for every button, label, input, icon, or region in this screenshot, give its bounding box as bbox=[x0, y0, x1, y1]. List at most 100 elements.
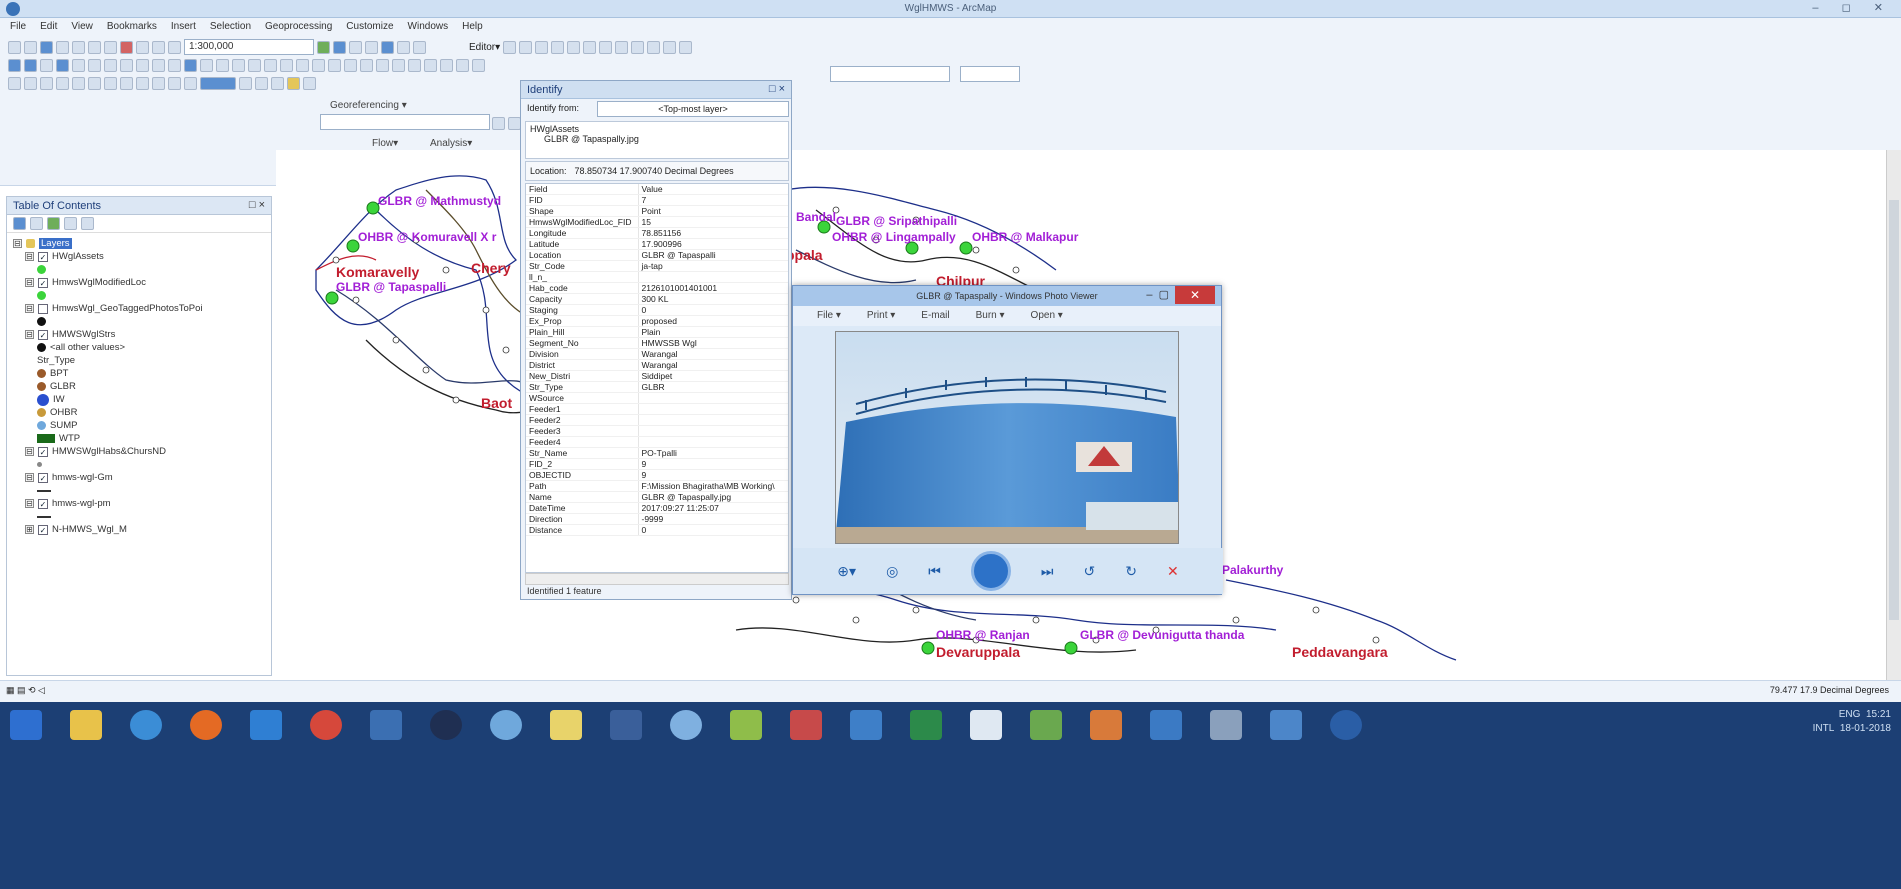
attribute-row[interactable]: Segment_No HMWSSB Wgl bbox=[526, 337, 788, 349]
add-data-icon[interactable] bbox=[168, 40, 181, 54]
expand-toggle-icon[interactable]: ⊟ bbox=[25, 278, 34, 287]
attribute-row[interactable]: FID_2 9 bbox=[526, 458, 788, 470]
language-indicator[interactable]: ENG bbox=[1839, 709, 1861, 720]
explorer-icon[interactable] bbox=[70, 710, 102, 740]
clear-selection-icon[interactable] bbox=[152, 58, 165, 72]
highlight-icon[interactable] bbox=[287, 76, 300, 90]
layer-row[interactable]: <all other values> bbox=[13, 341, 265, 354]
fixed-zoom-out-icon[interactable] bbox=[88, 58, 101, 72]
color-icon[interactable] bbox=[376, 58, 389, 72]
attribute-row[interactable]: Plain_Hill Plain bbox=[526, 326, 788, 338]
attribute-row[interactable]: Ex_Prop proposed bbox=[526, 315, 788, 327]
graph-icon[interactable] bbox=[424, 58, 437, 72]
attribute-row[interactable]: Longitude 78.851156 bbox=[526, 227, 788, 239]
python-icon[interactable] bbox=[413, 40, 426, 54]
layer-symbol-row[interactable] bbox=[13, 289, 265, 302]
attribute-row[interactable]: Staging 0 bbox=[526, 304, 788, 316]
layer-visibility-checkbox[interactable]: ✓ bbox=[38, 446, 48, 457]
select-elements-icon[interactable] bbox=[168, 58, 181, 72]
model-icon[interactable] bbox=[456, 58, 469, 72]
layer-visibility-checkbox[interactable]: ✓ bbox=[38, 329, 48, 340]
attribute-row[interactable]: HmwsWglModifiedLoc_FID 15 bbox=[526, 216, 788, 228]
expand-toggle-icon[interactable]: ⊟ bbox=[25, 499, 34, 508]
group-icon[interactable] bbox=[303, 76, 316, 90]
arcgis-icon[interactable] bbox=[370, 710, 402, 740]
attribute-row[interactable]: Location GLBR @ Tapaspalli bbox=[526, 249, 788, 261]
italic-icon[interactable] bbox=[120, 76, 133, 90]
attribute-row[interactable]: Feeder2 bbox=[526, 414, 788, 426]
html-popup-icon[interactable] bbox=[216, 58, 229, 72]
attribute-row[interactable]: WSource bbox=[526, 392, 788, 404]
delete-icon[interactable]: ✕ bbox=[1167, 563, 1179, 580]
underline-icon[interactable] bbox=[136, 76, 149, 90]
layer-symbol-row[interactable] bbox=[13, 263, 265, 276]
editor-menu[interactable]: Editor▾ bbox=[469, 42, 500, 53]
attributes-icon[interactable] bbox=[599, 40, 613, 54]
layer-row[interactable]: WTP bbox=[13, 432, 265, 445]
georeferencing-menu[interactable]: Georeferencing ▾ bbox=[330, 100, 407, 111]
analysis-menu[interactable]: Analysis▾ bbox=[430, 138, 472, 149]
attribute-horizontal-scrollbar[interactable] bbox=[525, 573, 789, 585]
excel-icon[interactable] bbox=[910, 710, 942, 740]
rotate-icon[interactable] bbox=[583, 40, 597, 54]
ie-icon[interactable] bbox=[250, 710, 282, 740]
print-icon[interactable] bbox=[56, 40, 69, 54]
menu-item[interactable]: Help bbox=[462, 21, 483, 33]
viewer-menu-item[interactable]: Burn ▾ bbox=[976, 310, 1005, 322]
fixed-zoom-in-icon[interactable] bbox=[72, 58, 85, 72]
editor-toolbar-icon[interactable] bbox=[317, 40, 330, 54]
flow-menu[interactable]: Flow▾ bbox=[372, 138, 398, 149]
map-vertical-scrollbar[interactable] bbox=[1886, 150, 1901, 680]
identify-icon[interactable] bbox=[184, 58, 197, 72]
hyperlink-icon[interactable] bbox=[200, 58, 213, 72]
expand-toggle-icon[interactable]: ⊟ bbox=[13, 239, 22, 248]
layer-row[interactable]: ⊟ ✓ hmws-wgl-pm bbox=[13, 497, 265, 510]
catalog-app-icon[interactable] bbox=[490, 710, 522, 740]
viewer-icon[interactable] bbox=[312, 58, 325, 72]
layer-visibility-checkbox[interactable]: ✓ bbox=[38, 524, 48, 535]
route-icon[interactable] bbox=[264, 58, 277, 72]
draw-poly-icon[interactable] bbox=[24, 76, 37, 90]
attribute-row[interactable]: Str_Type GLBR bbox=[526, 381, 788, 393]
attribute-row[interactable]: Division Warangal bbox=[526, 348, 788, 360]
snap-icon[interactable] bbox=[647, 40, 661, 54]
draw-curve-icon[interactable] bbox=[88, 76, 101, 90]
layer-row[interactable]: ⊟ ✓ HmwsWglModifiedLoc bbox=[13, 276, 265, 289]
menu-item[interactable]: Insert bbox=[171, 21, 196, 33]
split-icon[interactable] bbox=[567, 40, 581, 54]
attribute-row[interactable]: OBJECTID 9 bbox=[526, 469, 788, 481]
layer-symbol-row[interactable] bbox=[13, 510, 265, 523]
forward-icon[interactable] bbox=[120, 58, 133, 72]
viewer-close-button[interactable]: ✕ bbox=[1175, 286, 1215, 304]
data-view-icon[interactable] bbox=[408, 58, 421, 72]
app-icon[interactable] bbox=[670, 710, 702, 740]
edit-tool-icon[interactable] bbox=[503, 40, 517, 54]
viewer-menu-item[interactable]: E-mail bbox=[921, 310, 949, 322]
attribute-row[interactable]: Shape Point bbox=[526, 205, 788, 217]
list-by-visibility-icon[interactable] bbox=[47, 217, 60, 230]
menu-item[interactable]: Edit bbox=[40, 21, 57, 33]
attribute-row[interactable]: Direction -9999 bbox=[526, 513, 788, 525]
menu-item[interactable]: Selection bbox=[210, 21, 251, 33]
trace-icon[interactable] bbox=[663, 40, 677, 54]
viewer-minmax-controls[interactable]: – ▢ bbox=[1146, 288, 1169, 301]
arctoolbox-icon[interactable] bbox=[397, 40, 410, 54]
zoom-in-icon[interactable] bbox=[8, 58, 21, 72]
viewer-menu-item[interactable]: Print ▾ bbox=[867, 310, 895, 322]
expand-toggle-icon[interactable]: ⊟ bbox=[25, 473, 34, 482]
layout-view-buttons[interactable]: ▦ ▤ ⟲ ◁ bbox=[6, 685, 45, 696]
identify-from-select[interactable]: <Top-most layer> bbox=[597, 101, 789, 117]
expand-toggle-icon[interactable]: ⊟ bbox=[25, 252, 34, 261]
line-color-icon[interactable] bbox=[184, 76, 197, 90]
open-icon[interactable] bbox=[24, 40, 37, 54]
skype-icon[interactable] bbox=[130, 710, 162, 740]
layout-icon[interactable] bbox=[392, 58, 405, 72]
layer-visibility-checkbox[interactable]: ✓ bbox=[38, 472, 48, 483]
cut-icon[interactable] bbox=[72, 40, 85, 54]
measure-icon[interactable] bbox=[232, 58, 245, 72]
app-icon[interactable] bbox=[610, 710, 642, 740]
photo-viewer-icon[interactable] bbox=[1270, 710, 1302, 740]
draw-ellipse-icon[interactable] bbox=[56, 76, 69, 90]
snap-select[interactable] bbox=[960, 66, 1020, 82]
georef-layer-select[interactable] bbox=[320, 114, 490, 130]
